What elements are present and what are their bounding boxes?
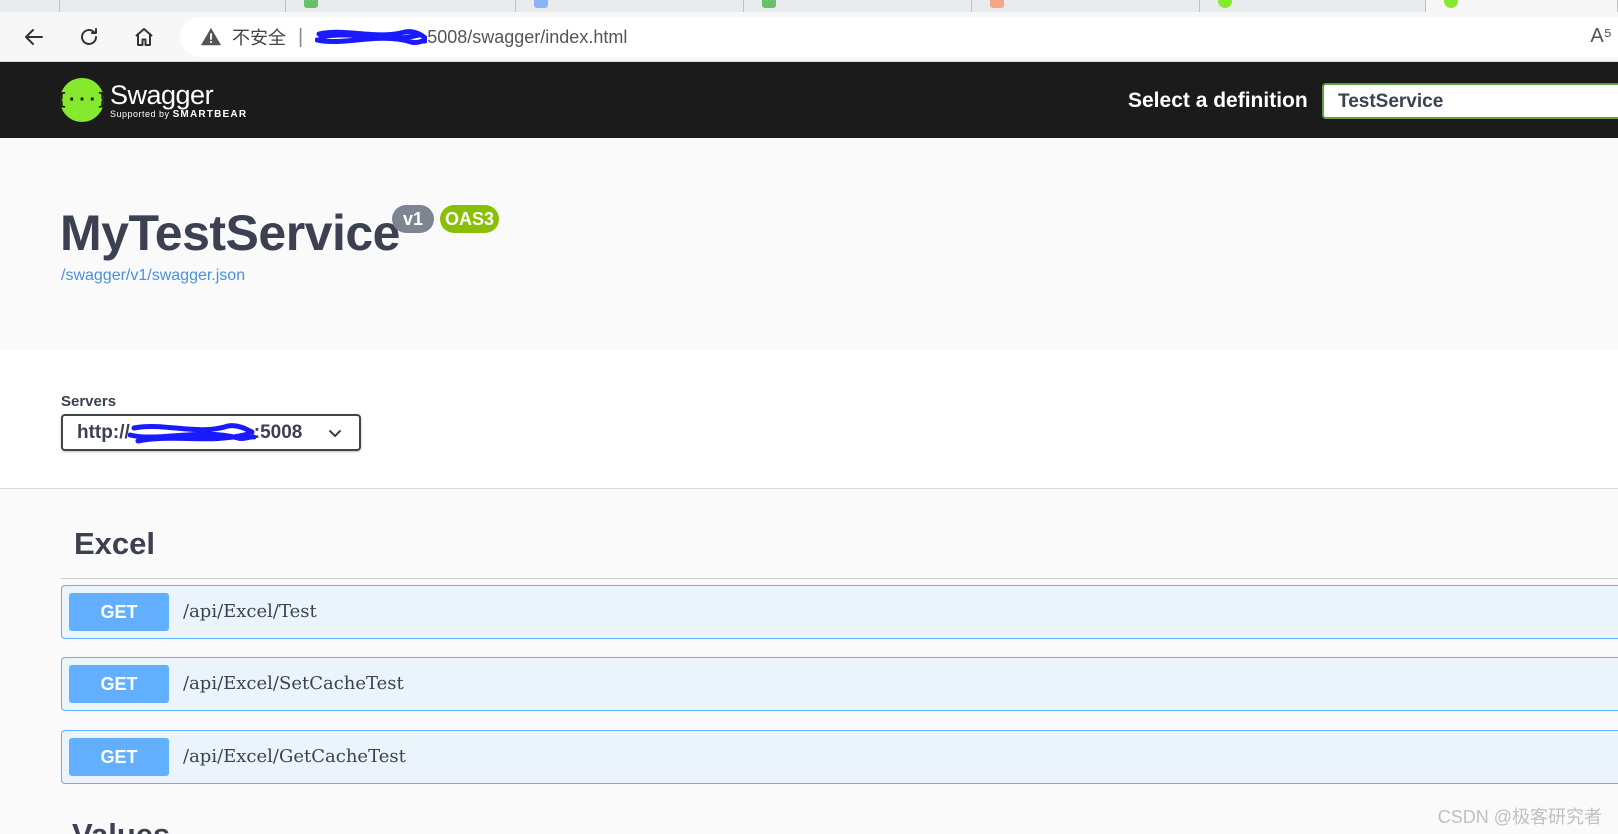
browser-tab[interactable] (1200, 0, 1426, 12)
operation-get-setcachetest[interactable]: GET /api/Excel/SetCacheTest (61, 657, 1618, 711)
version-badge: v1 (392, 205, 434, 233)
browser-toolbar: 不安全 | 5008/swagger/index.html A⁵ (0, 12, 1618, 62)
operation-path: /api/Excel/GetCacheTest (183, 746, 406, 767)
page-favicon-icon (990, 0, 1004, 8)
servers-select[interactable]: http:// :5008 (61, 414, 361, 451)
tag-header-excel[interactable]: Excel (74, 526, 155, 562)
spec-json-link[interactable]: /swagger/v1/swagger.json (61, 267, 245, 285)
definition-select[interactable]: TestService (1322, 83, 1618, 119)
swagger-favicon-icon (1444, 0, 1458, 8)
smartbear-text: SMARTBEAR (172, 109, 248, 120)
supported-by-text: Supported by SMARTBEAR (110, 109, 248, 120)
browser-tab[interactable] (744, 0, 972, 12)
shield-favicon-icon (304, 0, 318, 8)
swagger-logo[interactable]: {···} Swagger Supported by SMARTBEAR (56, 74, 248, 126)
swagger-favicon-icon (1218, 0, 1232, 8)
oas-badge: OAS3 (440, 205, 499, 233)
chevron-down-icon (329, 430, 341, 437)
home-icon (135, 28, 153, 46)
browser-tab-strip (0, 0, 1618, 12)
browser-tab[interactable] (0, 0, 60, 12)
get-method-badge: GET (69, 593, 169, 631)
redacted-server-scribble (127, 422, 256, 443)
browser-tab[interactable] (516, 0, 744, 12)
swagger-brand-name: Swagger (110, 80, 214, 110)
tag-header-values[interactable]: Values (72, 817, 170, 834)
shield-favicon-icon (762, 0, 776, 8)
get-method-badge: GET (69, 738, 169, 776)
operation-path: /api/Excel/Test (183, 601, 317, 622)
api-title: MyTestService (60, 205, 400, 261)
operation-get-getcachetest[interactable]: GET /api/Excel/GetCacheTest (61, 730, 1618, 784)
get-method-badge: GET (69, 665, 169, 703)
browser-tab[interactable] (286, 0, 516, 12)
reload-icon (81, 28, 97, 45)
operation-get-test[interactable]: GET /api/Excel/Test (61, 585, 1618, 639)
csdn-watermark: CSDN @极客研究者 (1437, 807, 1602, 827)
tag-divider (61, 578, 1618, 579)
server-url-prefix: http:// (77, 421, 130, 443)
reload-button[interactable] (74, 22, 104, 52)
address-bar[interactable]: 不安全 | 5008/swagger/index.html A⁵ (180, 17, 1618, 57)
page-favicon-icon (534, 0, 548, 8)
swagger-logo-icon: {···} (56, 78, 108, 122)
operation-path: /api/Excel/SetCacheTest (183, 673, 404, 694)
home-button[interactable] (129, 22, 159, 52)
insecure-label[interactable]: 不安全 (232, 24, 286, 50)
redacted-host-scribble (315, 29, 428, 46)
browser-tab-active[interactable] (1426, 0, 1618, 12)
address-separator: | (298, 25, 304, 48)
definition-label: Select a definition (1128, 89, 1308, 112)
url-text[interactable]: 5008/swagger/index.html (427, 27, 627, 48)
browser-tab[interactable] (972, 0, 1200, 12)
server-url-suffix: :5008 (253, 421, 303, 443)
servers-label: Servers (61, 393, 117, 410)
back-button[interactable] (19, 22, 49, 52)
browser-tab[interactable] (60, 0, 286, 12)
warning-icon[interactable] (200, 26, 222, 48)
back-arrow-icon (25, 29, 43, 45)
read-aloud-icon[interactable]: A⁵ (1590, 25, 1612, 48)
